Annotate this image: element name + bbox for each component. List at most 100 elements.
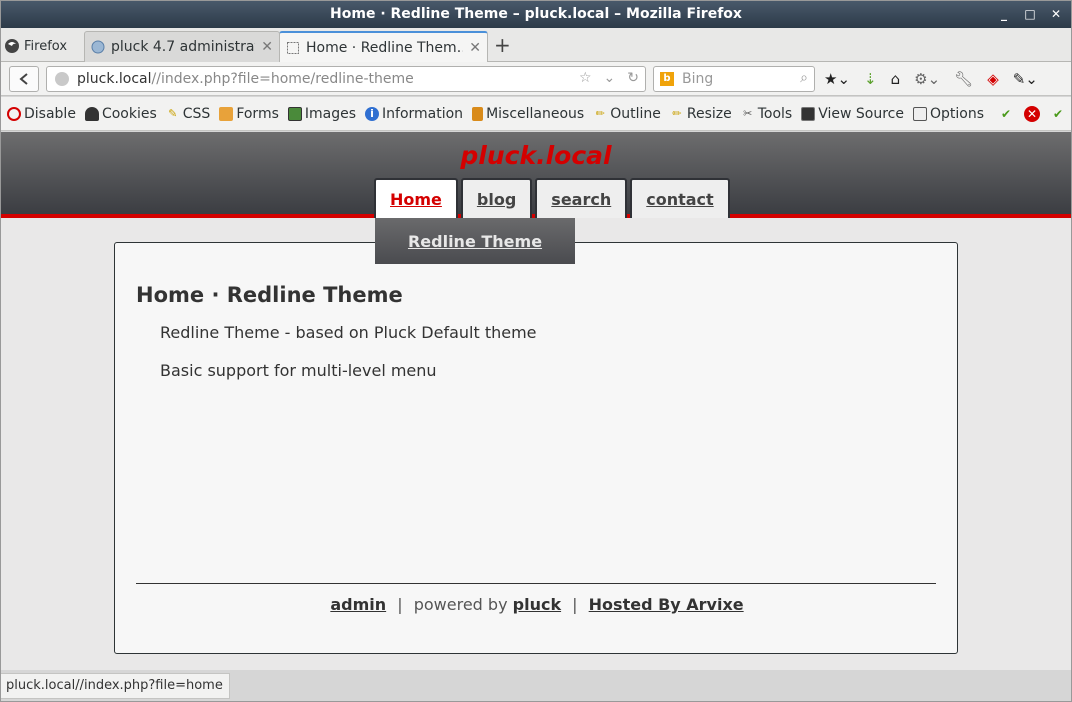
firefox-icon [5, 39, 19, 53]
site-navigation: Home blog search contact [374, 178, 730, 218]
close-window-button[interactable]: ✕ [1050, 8, 1062, 20]
footer-separator: | [572, 595, 578, 614]
globe-icon [91, 40, 105, 54]
forms-icon [219, 106, 234, 121]
dev-item-label: Images [304, 105, 357, 122]
firefox-menu-button[interactable]: Firefox [4, 34, 67, 58]
new-tab-button[interactable]: + [494, 34, 511, 56]
addon-red-icon[interactable]: ◈ [987, 70, 999, 88]
miscellaneous-icon [472, 106, 484, 121]
dev-css-button[interactable]: ✎ CSS [166, 105, 211, 122]
submenu-redline-theme[interactable]: Redline Theme [375, 218, 575, 264]
content-paragraph: Redline Theme - based on Pluck Default t… [160, 323, 537, 342]
resize-icon: ✏ [672, 106, 682, 120]
tab-close-icon[interactable]: ✕ [469, 40, 481, 56]
dev-item-label: Disable [24, 105, 76, 122]
history-dropdown-icon[interactable]: ⌄ [604, 70, 616, 86]
web-developer-toolbar: Disable Cookies ✎ CSS Forms Images i Inf… [0, 97, 1072, 131]
site-footer: admin | powered by pluck | Hosted By Arv… [115, 595, 959, 614]
bookmarks-icon[interactable]: ★⌄ [824, 70, 850, 88]
hosted-by-link[interactable]: Hosted By Arvixe [589, 595, 744, 614]
validation-status: ✔ ✕ ✔ [998, 106, 1066, 122]
url-bar[interactable]: pluck.local//index.php?file=home/redline… [46, 66, 646, 92]
dev-item-label: Information [382, 105, 464, 122]
site-identity-icon[interactable] [55, 72, 69, 86]
images-icon [287, 106, 302, 121]
firefox-menu-label: Firefox [24, 38, 68, 54]
content-box: Home · Redline Theme Redline Theme - bas… [114, 242, 958, 654]
web-page: pluck.local Home blog search contact Hom… [0, 132, 1072, 670]
window-titlebar: Home · Redline Theme – pluck.local – Moz… [0, 0, 1072, 28]
footer-separator: | [397, 595, 403, 614]
dev-cookies-button[interactable]: Cookies [84, 105, 157, 122]
downloads-icon[interactable]: ⇣ [864, 70, 877, 88]
dev-item-label: Miscellaneous [486, 105, 585, 122]
nav-blog[interactable]: blog [460, 178, 533, 218]
navigation-toolbar: pluck.local//index.php?file=home/redline… [0, 62, 1072, 96]
tab-label: Home · Redline Them… [306, 40, 464, 56]
nav-contact[interactable]: contact [630, 178, 730, 218]
url-host: pluck.local [77, 71, 152, 87]
addon-gear-icon[interactable]: ⚙⌄ [914, 70, 940, 88]
site-header: pluck.local Home blog search contact [0, 132, 1072, 218]
dev-information-button[interactable]: i Information [365, 106, 463, 122]
dev-item-label: View Source [818, 105, 904, 122]
status-bar: pluck.local//index.php?file=home [0, 673, 230, 699]
options-icon [913, 106, 927, 121]
reload-icon[interactable]: ↻ [627, 70, 639, 86]
dev-item-label: Options [930, 105, 985, 122]
dev-item-label: Tools [757, 105, 793, 122]
outline-icon: ✏ [595, 106, 605, 120]
dev-item-label: Outline [610, 105, 661, 122]
dev-item-label: Forms [236, 105, 279, 122]
bookmark-star-icon[interactable]: ☆ [579, 70, 592, 86]
search-placeholder: Bing [682, 71, 714, 87]
tab-bar: Firefox pluck 4.7 administrat… ✕ Home · … [0, 28, 1072, 63]
dev-images-button[interactable]: Images [287, 105, 357, 122]
tab-label: pluck 4.7 administrat… [111, 39, 255, 55]
back-button[interactable] [9, 66, 39, 92]
dev-tools-button[interactable]: ✂ Tools [741, 105, 793, 122]
site-title[interactable]: pluck.local [0, 141, 1072, 170]
admin-link[interactable]: admin [330, 595, 386, 614]
css-valid-check-icon[interactable]: ✔ [998, 106, 1014, 122]
tools-menu-icon[interactable]: ✎⌄ [1013, 70, 1038, 88]
nav-home[interactable]: Home [374, 178, 458, 218]
pluck-link[interactable]: pluck [513, 595, 561, 614]
back-arrow-icon [19, 73, 28, 85]
dev-item-label: CSS [182, 105, 211, 122]
minimize-button[interactable]: _ [998, 8, 1010, 20]
search-icon[interactable]: ⌕ [800, 70, 808, 86]
content-paragraph: Basic support for multi-level menu [160, 361, 437, 380]
url-path: //index.php?file=home/redline-theme [151, 71, 414, 87]
dev-miscellaneous-button[interactable]: Miscellaneous [472, 106, 584, 122]
dev-view-source-button[interactable]: View Source [801, 106, 904, 122]
tab-close-icon[interactable]: ✕ [261, 39, 273, 55]
js-error-icon[interactable]: ✕ [1024, 106, 1040, 122]
bing-icon[interactable]: b [660, 72, 674, 86]
url-bar-icons: ☆ ⌄ ↻ [579, 70, 639, 86]
page-title: Home · Redline Theme [136, 283, 403, 307]
dev-item-label: Cookies [101, 105, 157, 122]
wrench-icon[interactable]: 🔧︎ [954, 70, 973, 88]
dev-forms-button[interactable]: Forms [219, 106, 279, 122]
page-icon [287, 42, 299, 54]
dev-options-button[interactable]: Options [913, 106, 984, 122]
information-icon: i [365, 106, 380, 121]
tab-redline-theme[interactable]: Home · Redline Them… ✕ [279, 31, 488, 63]
nav-search[interactable]: search [535, 178, 628, 218]
window-title: Home · Redline Theme – pluck.local – Moz… [330, 6, 742, 22]
tab-pluck-admin[interactable]: pluck 4.7 administrat… ✕ [84, 31, 280, 62]
dev-resize-button[interactable]: ✏ Resize [670, 106, 731, 122]
search-bar[interactable]: b Bing ⌕ [653, 66, 815, 92]
tools-icon: ✂ [743, 106, 753, 120]
disable-icon [7, 106, 21, 121]
dev-outline-button[interactable]: ✏ Outline [593, 106, 661, 122]
cookies-icon [84, 106, 99, 121]
window-controls: _ □ ✕ [998, 0, 1062, 28]
home-icon[interactable]: ⌂ [891, 70, 901, 88]
nav-toolbar-icons: ★⌄ ⇣ ⌂ ⚙⌄ 🔧︎ ◈ ✎⌄ [824, 70, 1038, 88]
maximize-button[interactable]: □ [1024, 8, 1036, 20]
html-valid-check-icon[interactable]: ✔ [1050, 106, 1066, 122]
dev-disable-button[interactable]: Disable [7, 106, 76, 122]
